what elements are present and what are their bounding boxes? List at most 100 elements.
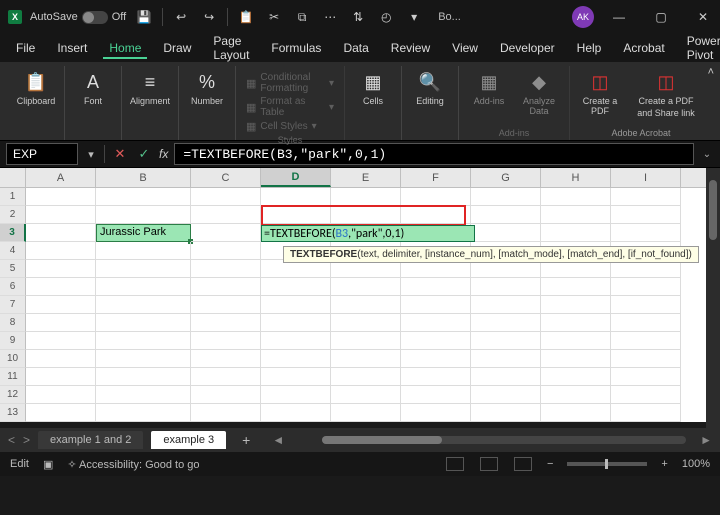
clipboard-button[interactable]: 📋Clipboard: [14, 70, 58, 106]
cell[interactable]: [471, 332, 541, 350]
cell-styles-button[interactable]: ▦Cell Styles▾: [246, 120, 334, 133]
cell[interactable]: [96, 242, 191, 260]
menu-file[interactable]: File: [10, 37, 41, 59]
cell[interactable]: [261, 314, 331, 332]
menu-view[interactable]: View: [446, 37, 484, 59]
cell[interactable]: [541, 404, 611, 422]
cell[interactable]: [541, 368, 611, 386]
cell[interactable]: [191, 386, 261, 404]
alignment-button[interactable]: ≡Alignment: [128, 70, 172, 106]
cell[interactable]: [96, 206, 191, 224]
add-sheet-icon[interactable]: +: [234, 432, 258, 448]
cell[interactable]: [96, 278, 191, 296]
name-box[interactable]: [6, 143, 78, 165]
cell[interactable]: [191, 404, 261, 422]
row-header[interactable]: 3: [0, 224, 26, 242]
menu-powerpivot[interactable]: Power Pivot: [681, 30, 720, 66]
cell[interactable]: [191, 278, 261, 296]
cell[interactable]: [611, 350, 681, 368]
cell[interactable]: [191, 332, 261, 350]
row-header[interactable]: 6: [0, 278, 26, 296]
cell[interactable]: [331, 296, 401, 314]
cell[interactable]: [331, 332, 401, 350]
cell[interactable]: [191, 350, 261, 368]
cell[interactable]: [96, 368, 191, 386]
sheet-tab-1[interactable]: example 1 and 2: [38, 431, 143, 449]
menu-insert[interactable]: Insert: [51, 37, 93, 59]
undo-icon[interactable]: ↩: [171, 7, 191, 27]
cancel-icon[interactable]: ✕: [111, 146, 129, 162]
menu-acrobat[interactable]: Acrobat: [617, 37, 670, 59]
cell[interactable]: [471, 296, 541, 314]
cell[interactable]: [401, 404, 471, 422]
cell[interactable]: [471, 404, 541, 422]
cell[interactable]: [331, 368, 401, 386]
cell[interactable]: [26, 260, 96, 278]
sheet-tab-2[interactable]: example 3: [151, 431, 226, 449]
qat-icon2[interactable]: ◴: [376, 7, 396, 27]
col-header-c[interactable]: C: [191, 168, 261, 187]
menu-review[interactable]: Review: [385, 37, 436, 59]
col-header-e[interactable]: E: [331, 168, 401, 187]
cell[interactable]: [401, 188, 471, 206]
cells-button[interactable]: ▦Cells: [351, 70, 395, 106]
cell[interactable]: [261, 278, 331, 296]
cell[interactable]: [541, 296, 611, 314]
cell[interactable]: [96, 260, 191, 278]
fx-icon[interactable]: fx: [159, 147, 168, 161]
editing-button[interactable]: 🔍Editing: [408, 70, 452, 106]
menu-developer[interactable]: Developer: [494, 37, 561, 59]
cell[interactable]: [541, 332, 611, 350]
cell[interactable]: [471, 314, 541, 332]
autosave-toggle[interactable]: AutoSave Off: [30, 11, 126, 24]
paste-icon[interactable]: 📋: [236, 7, 256, 27]
row-header[interactable]: 7: [0, 296, 26, 314]
cell-d3-editor[interactable]: =TEXTBEFORE(B3,"park",0,1): [261, 225, 475, 242]
cell[interactable]: [471, 386, 541, 404]
cell[interactable]: [541, 386, 611, 404]
menu-home[interactable]: Home: [103, 37, 147, 59]
share-pdf-button[interactable]: ◫Create a PDFand Share link: [628, 70, 704, 118]
cell[interactable]: [26, 350, 96, 368]
row-header[interactable]: 13: [0, 404, 26, 422]
zoom-out-icon[interactable]: −: [547, 458, 553, 470]
cell[interactable]: [611, 296, 681, 314]
cell[interactable]: [261, 188, 331, 206]
cell[interactable]: [401, 350, 471, 368]
cell[interactable]: [261, 404, 331, 422]
menu-pagelayout[interactable]: Page Layout: [207, 30, 255, 66]
cell[interactable]: [541, 278, 611, 296]
addins-button[interactable]: ▦Add-ins: [467, 70, 511, 106]
zoom-level[interactable]: 100%: [682, 458, 710, 470]
select-all-corner[interactable]: [0, 168, 26, 187]
cell[interactable]: [26, 386, 96, 404]
cell[interactable]: [191, 368, 261, 386]
row-header[interactable]: 8: [0, 314, 26, 332]
cell[interactable]: [261, 350, 331, 368]
copy-icon[interactable]: ⧉: [292, 7, 312, 27]
cell[interactable]: [541, 224, 611, 242]
cell[interactable]: [611, 368, 681, 386]
normal-view-icon[interactable]: [446, 457, 464, 471]
toggle-track[interactable]: [82, 11, 108, 24]
cell[interactable]: [401, 368, 471, 386]
row-header[interactable]: 5: [0, 260, 26, 278]
cell[interactable]: [541, 314, 611, 332]
cell[interactable]: [611, 332, 681, 350]
cell[interactable]: [26, 314, 96, 332]
cell[interactable]: [611, 278, 681, 296]
cell[interactable]: [96, 188, 191, 206]
redo-icon[interactable]: ↪: [199, 7, 219, 27]
formula-input[interactable]: [174, 143, 694, 165]
cell[interactable]: [471, 206, 541, 224]
row-header[interactable]: 1: [0, 188, 26, 206]
page-layout-view-icon[interactable]: [480, 457, 498, 471]
spreadsheet-grid[interactable]: A B C D E F G H I 123Jurassic Park456789…: [0, 168, 720, 422]
maximize-icon[interactable]: ▢: [644, 2, 678, 32]
page-break-view-icon[interactable]: [514, 457, 532, 471]
cell[interactable]: [401, 278, 471, 296]
cell[interactable]: [471, 350, 541, 368]
row-header[interactable]: 11: [0, 368, 26, 386]
menu-help[interactable]: Help: [571, 37, 608, 59]
number-button[interactable]: %Number: [185, 70, 229, 106]
